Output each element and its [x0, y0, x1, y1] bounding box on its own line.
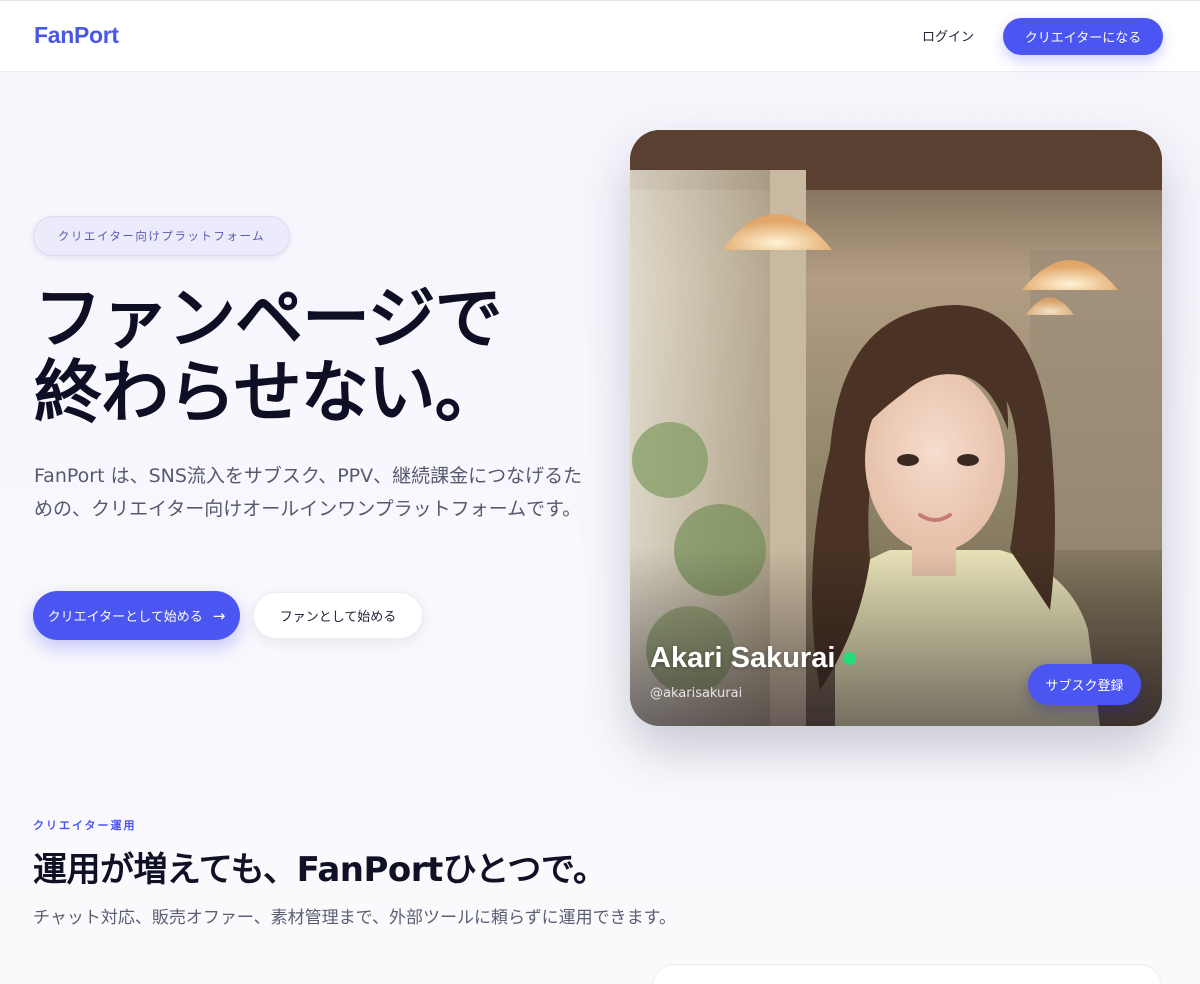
start-as-creator-label: クリエイターとして始める	[47, 610, 203, 625]
start-as-fan-button[interactable]: ファンとして始める	[253, 592, 423, 639]
become-creator-button[interactable]: クリエイターになる	[1003, 18, 1163, 55]
hero-title: ファンページで 終わらせない。	[34, 283, 614, 431]
hero-badge: クリエイター向けプラットフォーム	[33, 216, 290, 256]
login-link[interactable]: ログイン	[910, 26, 986, 45]
hero-title-line2: 終わらせない。	[34, 354, 503, 433]
creator-profile-card[interactable]: Akari Sakurai @akarisakurai サブスク登録	[630, 130, 1162, 726]
section-eyebrow: クリエイター運用	[33, 819, 137, 832]
logo[interactable]: FanPort	[34, 22, 119, 49]
creator-name: Akari Sakurai	[650, 642, 857, 675]
site-header: FanPort ログイン クリエイターになる	[0, 0, 1200, 72]
section-title: 運用が増えても、FanPortひとつで。	[33, 850, 607, 890]
start-as-creator-button[interactable]: クリエイターとして始める →	[33, 591, 240, 640]
online-status-icon	[843, 652, 857, 665]
creator-name-text: Akari Sakurai	[650, 642, 836, 674]
feature-card-preview	[652, 964, 1162, 984]
section-description: チャット対応、販売オファー、素材管理まで、外部ツールに頼らずに運用できます。	[33, 908, 676, 928]
subscribe-button[interactable]: サブスク登録	[1028, 664, 1141, 705]
creator-handle: @akarisakurai	[650, 686, 743, 701]
arrow-right-icon: →	[212, 606, 226, 625]
hero-title-line1: ファンページで	[34, 280, 503, 359]
creator-photo	[630, 130, 1162, 726]
hero-description: FanPort は、SNS流入をサブスク、PPV、継続課金につなげるための、クリ…	[34, 465, 583, 520]
